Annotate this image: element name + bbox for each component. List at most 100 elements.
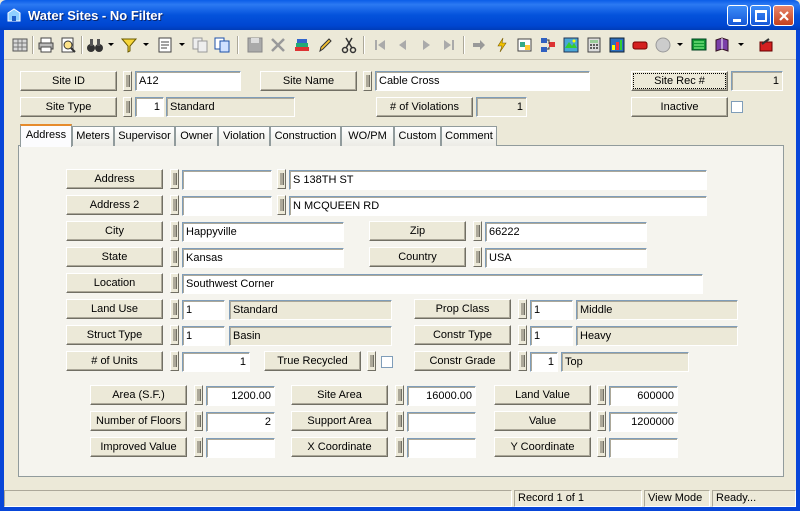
units-label-button[interactable]: # of Units (66, 351, 163, 371)
violations-label-button[interactable]: # of Violations (376, 97, 473, 117)
minimize-button[interactable] (727, 5, 748, 26)
value-grip[interactable] (597, 411, 606, 431)
country-field[interactable]: USA (485, 248, 647, 268)
x-coordinate-grip[interactable] (395, 437, 404, 457)
land-use-label-button[interactable]: Land Use (66, 299, 163, 319)
x-coordinate-label-button[interactable]: X Coordinate (291, 437, 388, 457)
tab-construction[interactable]: Construction (270, 126, 341, 146)
value-label-button[interactable]: Value (494, 411, 591, 431)
improved-value-field[interactable] (206, 438, 275, 458)
area-field[interactable]: 1200.00 (206, 386, 275, 406)
quick-action-icon[interactable] (493, 36, 511, 54)
map-icon[interactable] (562, 36, 580, 54)
purple-book-icon[interactable] (713, 36, 731, 54)
site-name-label-button[interactable]: Site Name (260, 71, 357, 91)
exit-icon[interactable] (757, 36, 775, 54)
next-record-icon[interactable] (417, 36, 435, 54)
constr-grade-code-field[interactable]: 1 (530, 352, 558, 372)
floors-grip[interactable] (194, 411, 203, 431)
prop-class-lookup-grip[interactable] (518, 299, 527, 319)
prop-class-label-button[interactable]: Prop Class (414, 299, 511, 319)
goto-icon[interactable] (470, 36, 488, 54)
close-button[interactable] (773, 5, 794, 26)
land-value-grip[interactable] (597, 385, 606, 405)
site-name-lookup-grip[interactable] (363, 71, 372, 91)
tab-meters[interactable]: Meters (72, 126, 114, 146)
constr-type-label-button[interactable]: Constr Type (414, 325, 511, 345)
copy-record-icon[interactable] (191, 36, 209, 54)
location-label-button[interactable]: Location (66, 273, 163, 293)
location-field[interactable]: Southwest Corner (182, 274, 703, 294)
last-record-icon[interactable] (440, 36, 458, 54)
constr-type-code-field[interactable]: 1 (530, 326, 573, 346)
report-icon[interactable] (156, 36, 174, 54)
site-id-lookup-grip[interactable] (123, 71, 132, 91)
address2-street-grip[interactable] (277, 195, 286, 215)
site-type-label-button[interactable]: Site Type (20, 97, 117, 117)
city-field[interactable]: Happyville (182, 222, 344, 242)
red-tag-icon[interactable] (631, 36, 649, 54)
grid-view-icon[interactable] (11, 36, 29, 54)
edit-pencil-icon[interactable] (316, 36, 334, 54)
struct-type-lookup-grip[interactable] (170, 325, 179, 345)
calculator-icon[interactable] (585, 36, 603, 54)
filter-icon[interactable] (120, 36, 138, 54)
address2-field[interactable]: N MCQUEEN RD (289, 196, 707, 216)
units-lookup-grip[interactable] (170, 351, 179, 371)
state-label-button[interactable]: State (66, 247, 163, 267)
constr-type-lookup-grip[interactable] (518, 325, 527, 345)
area-label-button[interactable]: Area (S.F.) (90, 385, 187, 405)
true-recycled-checkbox[interactable] (381, 356, 393, 368)
y-coordinate-field[interactable] (609, 438, 678, 458)
site-name-field[interactable]: Cable Cross (375, 71, 590, 91)
delete-icon[interactable] (269, 36, 287, 54)
site-id-field[interactable]: A12 (135, 71, 241, 91)
site-type-lookup-grip[interactable] (123, 97, 132, 117)
address2-prefix-field[interactable] (182, 196, 272, 216)
tab-owner[interactable]: Owner (175, 126, 218, 146)
land-value-field[interactable]: 600000 (609, 386, 678, 406)
floors-field[interactable]: 2 (206, 412, 275, 432)
address-label-button[interactable]: Address (66, 169, 163, 189)
previous-record-icon[interactable] (394, 36, 412, 54)
tab-violation[interactable]: Violation (218, 126, 270, 146)
site-area-grip[interactable] (395, 385, 404, 405)
city-lookup-grip[interactable] (170, 221, 179, 241)
support-area-grip[interactable] (395, 411, 404, 431)
site-area-field[interactable]: 16000.00 (407, 386, 476, 406)
improved-value-grip[interactable] (194, 437, 203, 457)
address-street-grip[interactable] (277, 169, 286, 189)
area-grip[interactable] (194, 385, 203, 405)
site-id-label-button[interactable]: Site ID (20, 71, 117, 91)
address-prefix-field[interactable] (182, 170, 272, 190)
cut-scissors-icon[interactable] (340, 36, 358, 54)
struct-type-code-field[interactable]: 1 (182, 326, 225, 346)
true-recycled-grip[interactable] (367, 351, 376, 371)
address2-lookup-grip[interactable] (170, 195, 179, 215)
print-preview-icon[interactable] (59, 36, 77, 54)
green-monitor-icon[interactable] (690, 36, 708, 54)
struct-type-label-button[interactable]: Struct Type (66, 325, 163, 345)
title-bar[interactable]: Water Sites - No Filter (0, 0, 800, 30)
site-type-code-field[interactable]: 1 (135, 97, 164, 117)
floors-label-button[interactable]: Number of Floors (90, 411, 187, 431)
save-icon[interactable] (246, 36, 264, 54)
duplicate-icon[interactable] (213, 36, 231, 54)
true-recycled-label-button[interactable]: True Recycled (264, 351, 361, 371)
books-icon[interactable] (293, 36, 311, 54)
state-field[interactable]: Kansas (182, 248, 344, 268)
inactive-checkbox[interactable] (731, 101, 743, 113)
state-lookup-grip[interactable] (170, 247, 179, 267)
y-coordinate-label-button[interactable]: Y Coordinate (494, 437, 591, 457)
address-field[interactable]: S 138TH ST (289, 170, 707, 190)
country-lookup-grip[interactable] (473, 247, 482, 267)
tab-supervisor[interactable]: Supervisor (114, 126, 175, 146)
binoculars-find-icon[interactable] (86, 36, 104, 54)
print-icon[interactable] (37, 36, 55, 54)
constr-grade-label-button[interactable]: Constr Grade (414, 351, 511, 371)
maximize-button[interactable] (750, 5, 771, 26)
city-label-button[interactable]: City (66, 221, 163, 241)
address-lookup-grip[interactable] (170, 169, 179, 189)
land-value-label-button[interactable]: Land Value (494, 385, 591, 405)
location-lookup-grip[interactable] (170, 273, 179, 293)
